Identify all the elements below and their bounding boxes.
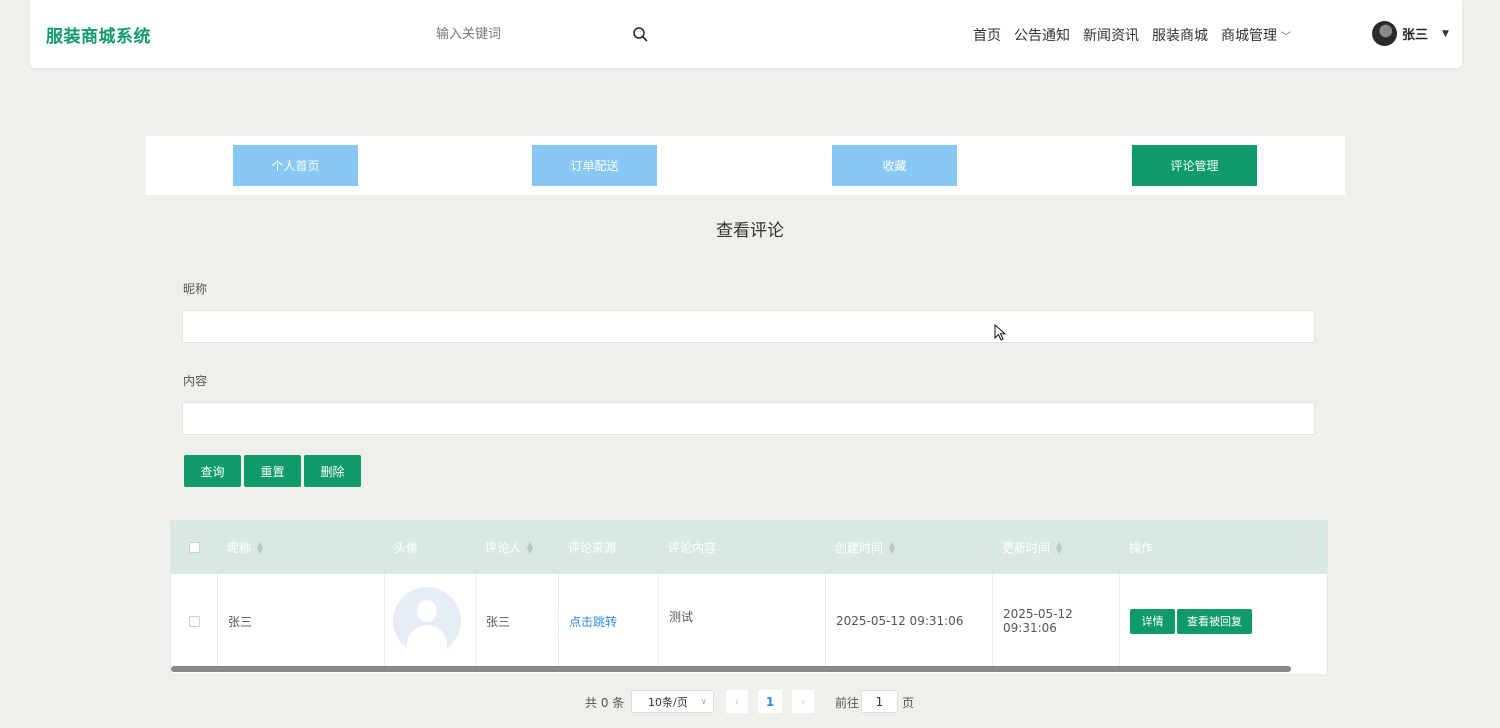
tab-comment-manage[interactable]: 评论管理 bbox=[1132, 145, 1257, 186]
content-input[interactable] bbox=[182, 402, 1315, 435]
page-title: 查看评论 bbox=[716, 221, 784, 241]
sort-icon: ▲ ▼ bbox=[1056, 539, 1063, 555]
nav-shop-manage-label: 商城管理 bbox=[1221, 28, 1277, 44]
col-header-commenter-label: 评论人 bbox=[485, 541, 522, 555]
cell-avatar bbox=[384, 574, 475, 668]
search-box bbox=[430, 20, 660, 48]
select-all-checkbox[interactable] bbox=[188, 542, 200, 553]
col-header-source: 评论来源 bbox=[568, 541, 617, 555]
center-tabs: 个人首页 订单配送 收藏 评论管理 bbox=[146, 136, 1345, 195]
goto-label: 前往 bbox=[835, 696, 860, 710]
prev-page-button[interactable]: ‹ bbox=[726, 690, 748, 713]
nav-news[interactable]: 新闻资讯 bbox=[1083, 25, 1139, 45]
search-input[interactable] bbox=[430, 20, 660, 48]
row-checkbox[interactable] bbox=[188, 615, 200, 627]
reset-button[interactable]: 重置 bbox=[244, 455, 301, 487]
cell-nickname: 张三 bbox=[217, 574, 384, 668]
cell-commenter: 张三 bbox=[475, 574, 558, 668]
col-header-nickname[interactable]: 昵称 ▲ ▼ bbox=[217, 521, 384, 574]
nav-shop-manage[interactable]: 商城管理 ﹀ bbox=[1221, 25, 1291, 45]
col-header-actions: 操作 bbox=[1129, 541, 1154, 555]
cell-updated: 2025-05-12 09:31:06 bbox=[992, 574, 1119, 668]
user-name: 张三 bbox=[1402, 28, 1429, 43]
nickname-label: 昵称 bbox=[183, 282, 208, 296]
cell-created: 2025-05-12 09:31:06 bbox=[825, 574, 992, 668]
query-button[interactable]: 查询 bbox=[184, 455, 241, 487]
avatar bbox=[1372, 21, 1397, 46]
nav-shop[interactable]: 服装商城 bbox=[1152, 25, 1208, 45]
view-replies-button[interactable]: 查看被回复 bbox=[1177, 608, 1252, 634]
page-suffix: 页 bbox=[902, 696, 915, 710]
tab-order-delivery[interactable]: 订单配送 bbox=[532, 145, 657, 186]
col-header-updated-label: 更新时间 bbox=[1002, 541, 1051, 555]
source-link[interactable]: 点击跳转 bbox=[569, 613, 617, 630]
site-logo[interactable]: 服装商城系统 bbox=[46, 22, 151, 47]
col-header-nickname-label: 昵称 bbox=[227, 541, 252, 555]
page-size-value: 10条/页 bbox=[648, 695, 688, 709]
col-header-avatar: 头像 bbox=[394, 541, 419, 555]
search-icon[interactable] bbox=[632, 26, 648, 42]
goto-page-input[interactable]: 1 bbox=[861, 690, 898, 713]
horizontal-scrollbar[interactable] bbox=[171, 666, 1291, 672]
total-count: 共 0 条 bbox=[585, 696, 625, 710]
col-header-commenter[interactable]: 评论人 ▲ ▼ bbox=[475, 521, 558, 574]
detail-button[interactable]: 详情 bbox=[1130, 608, 1175, 634]
chevron-down-icon: ∨ bbox=[700, 696, 707, 707]
col-header-created-label: 创建时间 bbox=[835, 541, 884, 555]
nav-home[interactable]: 首页 bbox=[973, 25, 1001, 45]
content-label: 内容 bbox=[183, 374, 208, 388]
next-page-button[interactable]: › bbox=[792, 690, 814, 713]
cell-content: 测试 bbox=[658, 574, 825, 668]
user-menu[interactable]: 张三 ▼ bbox=[1372, 21, 1449, 46]
tab-favorites[interactable]: 收藏 bbox=[832, 145, 957, 186]
top-header: 服装商城系统 首页 公告通知 新闻资讯 服装商城 商城管理 ﹀ 张三 ▼ bbox=[30, 0, 1462, 68]
tab-personal-home[interactable]: 个人首页 bbox=[233, 145, 358, 186]
comment-table: 昵称 ▲ ▼ 头像 评论人 ▲ ▼ 评论来源 评论内容 创建时间 ▲ ▼ 更新时间 ▲ ▼ 操作… bbox=[170, 520, 1328, 675]
delete-button[interactable]: 删除 bbox=[304, 455, 361, 487]
sort-icon: ▲ ▼ bbox=[527, 539, 534, 555]
col-header-created[interactable]: 创建时间 ▲ ▼ bbox=[825, 521, 992, 574]
user-placeholder-icon bbox=[393, 587, 461, 655]
nav-notice[interactable]: 公告通知 bbox=[1014, 25, 1070, 45]
col-header-updated[interactable]: 更新时间 ▲ ▼ bbox=[992, 521, 1119, 574]
nickname-input[interactable] bbox=[182, 310, 1315, 343]
chevron-down-icon: ﹀ bbox=[1281, 32, 1291, 43]
select-all-cell bbox=[171, 521, 217, 574]
page-number-current[interactable]: 1 bbox=[758, 690, 782, 713]
caret-down-icon: ▼ bbox=[1442, 28, 1449, 39]
cell-actions: 详情 查看被回复 bbox=[1119, 574, 1327, 668]
mouse-pointer-icon bbox=[994, 324, 1006, 341]
sort-icon: ▲ ▼ bbox=[257, 539, 264, 555]
sort-icon: ▲ ▼ bbox=[889, 539, 896, 555]
page-size-select[interactable]: 10条/页 ∨ bbox=[631, 690, 714, 713]
cell-source: 点击跳转 bbox=[558, 574, 658, 668]
row-select-cell bbox=[171, 574, 217, 668]
main-nav: 首页 公告通知 新闻资讯 服装商城 商城管理 ﹀ bbox=[973, 25, 1291, 45]
col-header-content: 评论内容 bbox=[668, 541, 717, 555]
